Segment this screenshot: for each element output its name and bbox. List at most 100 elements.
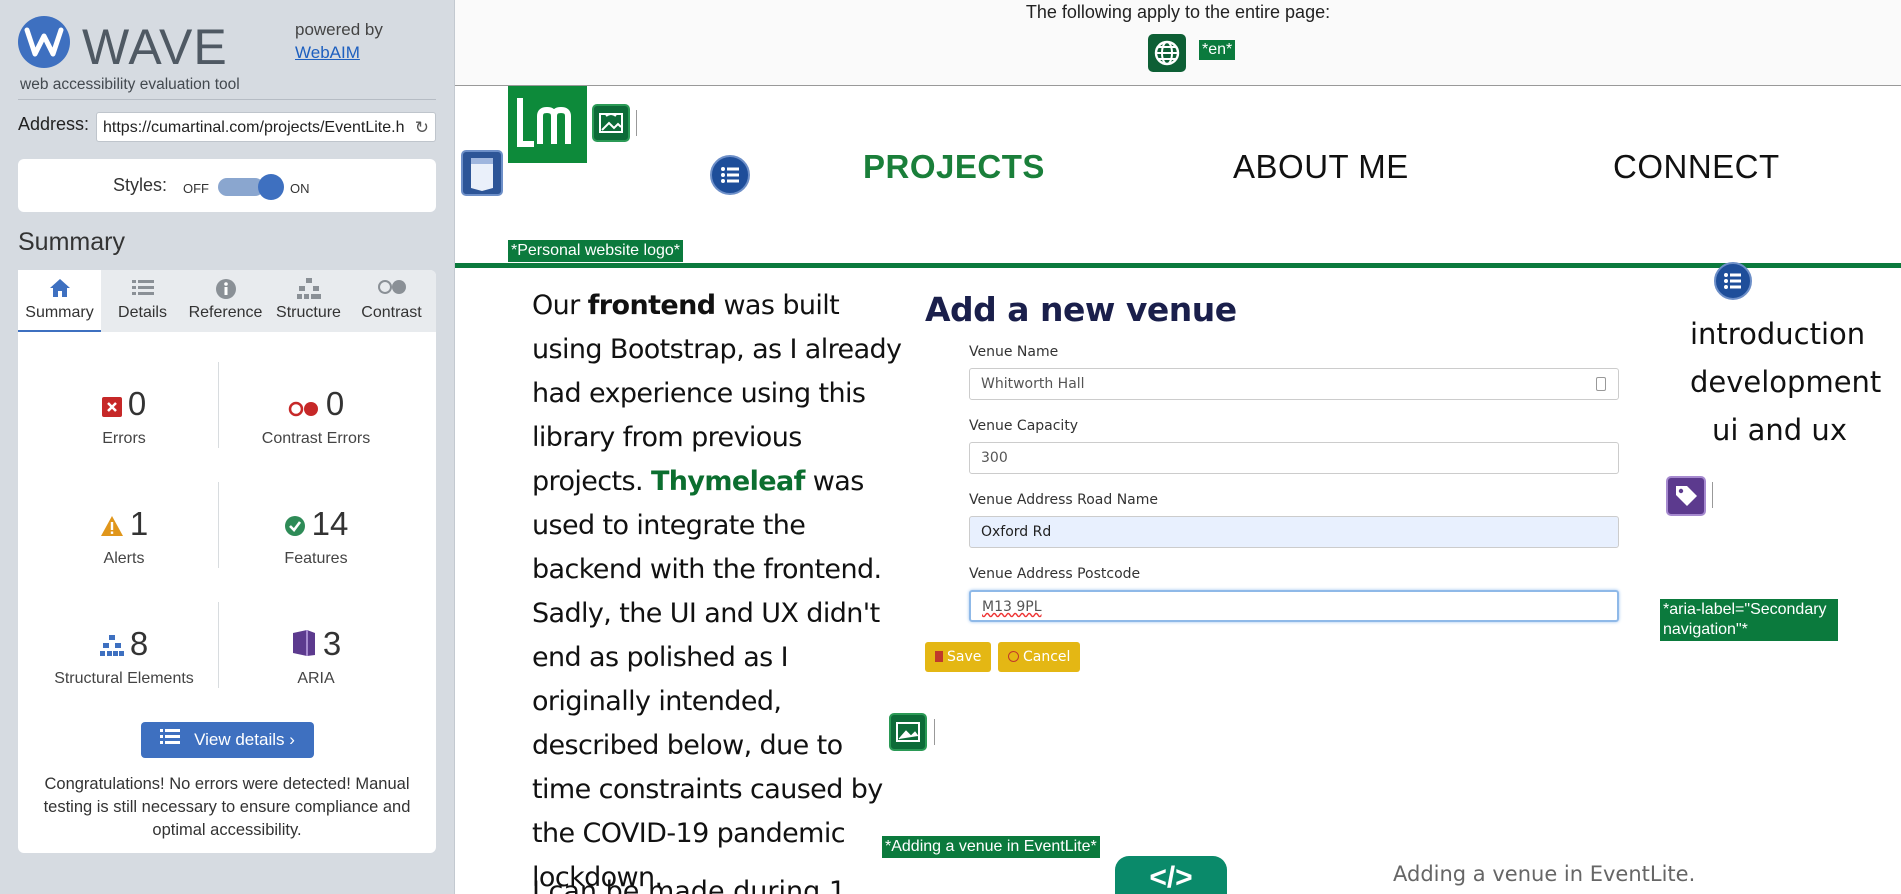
bookmark-icon xyxy=(935,651,943,662)
contrast-errors-count: 0 xyxy=(325,385,345,422)
nav-projects[interactable]: PROJECTS xyxy=(863,148,1045,186)
tab-reference-label: Reference xyxy=(188,304,263,321)
icon-separator xyxy=(636,110,637,136)
aria-label-icon[interactable] xyxy=(1666,476,1706,516)
webaim-link[interactable]: WebAIM xyxy=(295,43,360,62)
stat-contrast-errors[interactable]: 0 Contrast Errors xyxy=(226,384,406,448)
wave-tagline: web accessibility evaluation tool xyxy=(20,76,240,93)
evaluated-page: The following apply to the entire page: … xyxy=(455,0,1901,894)
tab-details[interactable]: Details xyxy=(101,270,184,332)
styles-on-label: ON xyxy=(290,181,310,196)
autofill-icon xyxy=(1596,377,1606,391)
view-details-button[interactable]: View details › xyxy=(141,722,314,758)
secondary-navigation: introduction development ui and ux xyxy=(1690,310,1881,454)
image-icon[interactable] xyxy=(889,713,927,751)
site-logo[interactable] xyxy=(508,86,587,163)
feature-icon xyxy=(284,506,306,546)
venue-postcode-label: Venue Address Postcode xyxy=(969,566,1141,582)
next-paragraph: I can be made during 1 xyxy=(532,876,847,894)
tab-structure[interactable]: Structure xyxy=(267,270,350,332)
aria-icon xyxy=(291,626,317,666)
figure-alt-tag: *Adding a venue in EventLite* xyxy=(882,836,1100,858)
article-text: Our xyxy=(532,290,588,321)
stat-divider xyxy=(218,602,219,688)
venue-postcode-field: M13 9PL xyxy=(969,590,1619,622)
code-icon[interactable]: </> xyxy=(1115,856,1227,894)
powered-by-label: powered by xyxy=(295,20,383,39)
divider xyxy=(18,99,436,100)
features-count: 14 xyxy=(311,505,349,542)
stat-errors[interactable]: 0 Errors xyxy=(34,384,214,448)
list-icon xyxy=(101,278,184,300)
reload-icon[interactable]: ↻ xyxy=(415,118,429,138)
summary-heading: Summary xyxy=(18,228,125,256)
stat-aria[interactable]: 3 ARIA xyxy=(226,624,406,688)
page-notice-text: The following apply to the entire page: xyxy=(1025,2,1331,22)
structural-label: Structural Elements xyxy=(54,670,194,687)
stat-structural[interactable]: 8 Structural Elements xyxy=(34,624,214,688)
article-paragraph: Our frontend was built using Bootstrap, … xyxy=(532,284,902,894)
tab-contrast[interactable]: Contrast xyxy=(350,270,433,332)
tab-reference[interactable]: Reference xyxy=(184,270,267,332)
aria-label: ARIA xyxy=(297,670,335,687)
error-icon xyxy=(101,386,122,426)
contrast-error-icon xyxy=(288,386,320,426)
stat-alerts[interactable]: 1 Alerts xyxy=(34,504,214,568)
side-nav-introduction[interactable]: introduction xyxy=(1690,310,1881,358)
venue-capacity-value: 300 xyxy=(981,450,1008,466)
styles-toggle-knob[interactable] xyxy=(258,174,284,200)
wave-tabs: Summary Details Reference Structure Cont… xyxy=(18,270,436,332)
tab-summary[interactable]: Summary xyxy=(18,270,101,332)
alerts-count: 1 xyxy=(129,505,149,542)
features-label: Features xyxy=(284,550,348,567)
header-divider xyxy=(455,263,1901,268)
logo-alt-tag: *Personal website logo* xyxy=(508,240,683,262)
side-nav-ui-ux[interactable]: ui and ux xyxy=(1690,406,1881,454)
side-nav-development[interactable]: development xyxy=(1690,358,1881,406)
structural-count: 8 xyxy=(129,625,149,662)
nav-connect[interactable]: CONNECT xyxy=(1613,148,1780,186)
contrast-icon xyxy=(350,278,433,300)
save-button: Save xyxy=(925,642,992,672)
article-text: was used to integrate the backend with t… xyxy=(532,466,883,893)
thymeleaf-term: Thymeleaf xyxy=(650,466,805,497)
congrats-message: Congratulations! No errors were detected… xyxy=(43,775,411,839)
venue-capacity-label: Venue Capacity xyxy=(969,418,1079,434)
venue-name-field: Whitworth Hall xyxy=(969,368,1619,400)
alerts-label: Alerts xyxy=(103,550,145,567)
aria-label-tag: *aria-label="Secondary navigation"* xyxy=(1660,599,1838,641)
wave-brand-name: WAVE xyxy=(82,19,228,75)
address-value: https://cumartinal.com/projects/EventLit… xyxy=(103,119,405,136)
secondary-navigation-icon[interactable] xyxy=(1714,262,1752,300)
figure-caption: Adding a venue in EventLite. xyxy=(1393,862,1696,886)
venue-capacity-field: 300 xyxy=(969,442,1619,474)
language-tag: *en* xyxy=(1199,40,1236,60)
stat-divider xyxy=(218,362,219,448)
home-icon xyxy=(18,278,101,300)
nav-about-me[interactable]: ABOUT ME xyxy=(1233,148,1409,186)
address-label: Address: xyxy=(18,114,90,134)
styles-off-label: OFF xyxy=(183,181,209,196)
frontend-term: frontend xyxy=(587,290,716,321)
venue-road-field: Oxford Rd xyxy=(969,516,1619,548)
tab-structure-label: Structure xyxy=(276,304,341,321)
address-input[interactable]: https://cumartinal.com/projects/EventLit… xyxy=(96,112,436,142)
wave-sidebar: WAVE web accessibility evaluation tool p… xyxy=(0,0,455,894)
venue-postcode-value: M13 9PL xyxy=(982,599,1042,615)
language-icon[interactable] xyxy=(1148,34,1186,72)
navigation-icon[interactable] xyxy=(710,155,750,195)
venue-name-label: Venue Name xyxy=(969,344,1059,360)
header-region-icon[interactable] xyxy=(461,150,503,196)
tab-contrast-label: Contrast xyxy=(361,304,422,321)
icon-separator xyxy=(1712,482,1713,508)
stat-features[interactable]: 14 Features xyxy=(226,504,406,568)
page-level-notice: The following apply to the entire page: … xyxy=(455,0,1901,86)
tab-details-label: Details xyxy=(118,304,167,321)
errors-count: 0 xyxy=(127,385,147,422)
wave-logo-icon[interactable] xyxy=(18,16,70,68)
alert-icon xyxy=(100,506,124,546)
powered-by: powered by WebAIM xyxy=(295,18,383,64)
ban-icon xyxy=(1008,651,1019,662)
linked-image-icon[interactable] xyxy=(592,104,630,142)
venue-road-value: Oxford Rd xyxy=(981,524,1052,540)
